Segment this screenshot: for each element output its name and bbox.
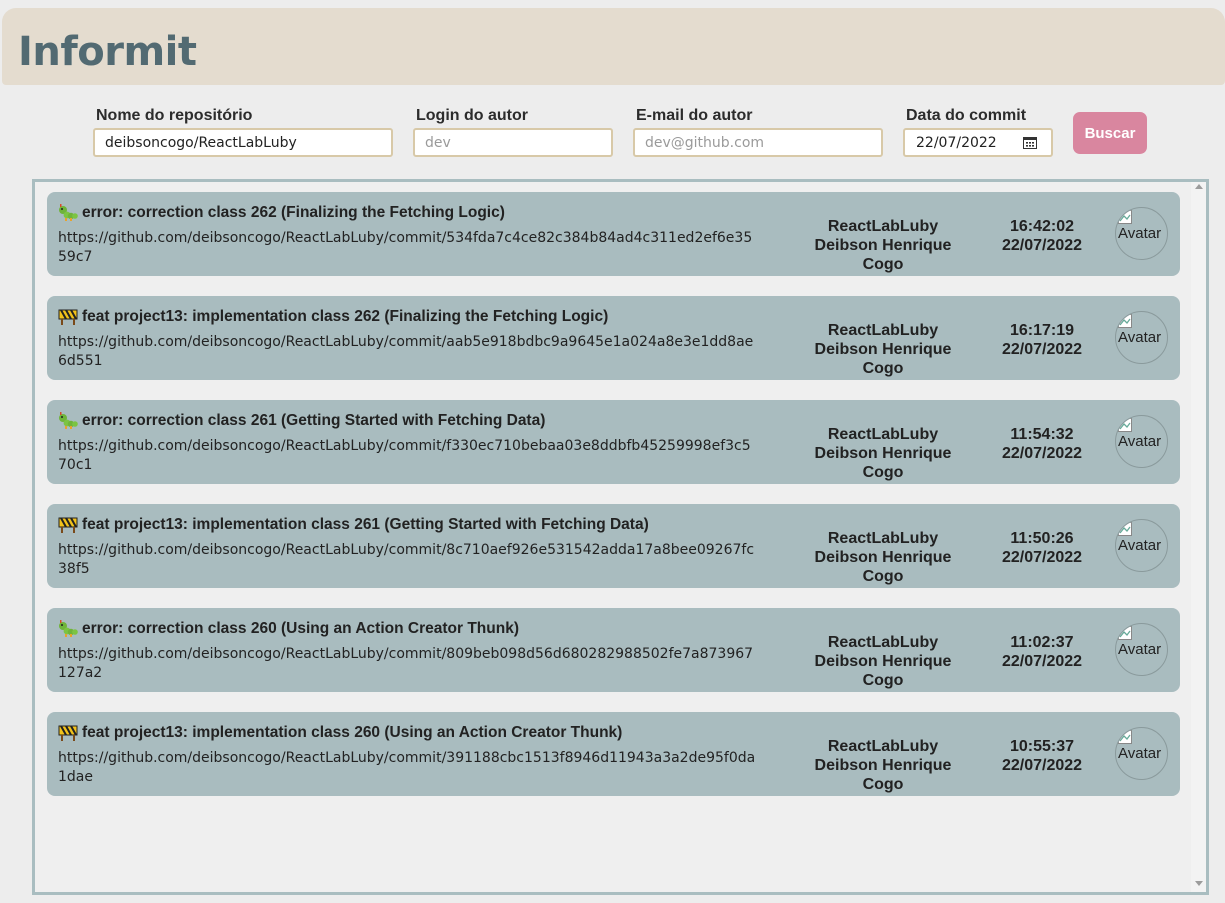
commit-repo-author: ReactLabLuby Deibson Henrique Cogo — [795, 321, 971, 378]
commit-repo-author: ReactLabLuby Deibson Henrique Cogo — [795, 633, 971, 690]
commit-repo-author: ReactLabLuby Deibson Henrique Cogo — [795, 425, 971, 482]
commit-date: 22/07/2022 — [1001, 237, 1083, 254]
commit-author: Deibson Henrique Cogo — [814, 757, 952, 793]
caterpillar-icon — [59, 412, 78, 429]
email-input[interactable] — [633, 128, 883, 157]
repo-input[interactable] — [93, 128, 393, 157]
commit-url[interactable]: https://github.com/deibsoncogo/ReactLabL… — [58, 229, 758, 267]
date-value: 22/07/2022 — [916, 135, 997, 151]
commit-card[interactable]: error: correction class 262 (Finalizing … — [47, 192, 1180, 276]
broken-image-icon — [1118, 314, 1132, 328]
broken-image-icon — [1118, 522, 1132, 536]
commit-message: error: correction class 261 (Getting Sta… — [82, 412, 546, 429]
commit-datetime: 16:17:19 22/07/2022 — [991, 321, 1093, 359]
commit-card[interactable]: feat project13: implementation class 262… — [47, 296, 1180, 380]
commit-repo: ReactLabLuby — [827, 738, 939, 755]
avatar-alt-text: Avatar — [1118, 329, 1162, 346]
commit-time: 11:50:26 — [1010, 530, 1074, 547]
commit-time: 10:55:37 — [1009, 738, 1075, 755]
commit-time: 11:54:32 — [1010, 426, 1074, 443]
calendar-icon[interactable] — [1023, 136, 1037, 149]
construction-icon — [58, 309, 78, 325]
commit-author: Deibson Henrique Cogo — [814, 445, 952, 481]
commit-datetime: 11:54:32 22/07/2022 — [991, 425, 1093, 463]
broken-image-icon — [1118, 418, 1132, 432]
commit-repo: ReactLabLuby — [827, 530, 939, 547]
broken-image-icon — [1118, 210, 1132, 224]
commit-author: Deibson Henrique Cogo — [814, 549, 952, 585]
commit-date: 22/07/2022 — [1001, 549, 1083, 566]
email-label: E-mail do autor — [636, 107, 753, 124]
commit-time: 11:02:37 — [1010, 634, 1074, 651]
construction-icon — [58, 517, 78, 533]
login-label: Login do autor — [416, 107, 528, 124]
commit-card[interactable]: error: correction class 261 (Getting Sta… — [47, 400, 1180, 484]
broken-image-icon — [1118, 626, 1132, 640]
commit-card[interactable]: error: correction class 260 (Using an Ac… — [47, 608, 1180, 692]
commit-time: 16:17:19 — [1009, 322, 1075, 339]
commit-url[interactable]: https://github.com/deibsoncogo/ReactLabL… — [58, 645, 758, 683]
scroll-up-icon[interactable] — [1195, 184, 1203, 189]
commit-datetime: 10:55:37 22/07/2022 — [991, 737, 1093, 775]
commit-url[interactable]: https://github.com/deibsoncogo/ReactLabL… — [58, 333, 758, 371]
avatar-alt-text: Avatar — [1118, 225, 1162, 242]
commit-author: Deibson Henrique Cogo — [814, 341, 952, 377]
commit-date: 22/07/2022 — [1001, 653, 1083, 670]
commit-url[interactable]: https://github.com/deibsoncogo/ReactLabL… — [58, 749, 758, 787]
avatar: Avatar — [1115, 311, 1168, 364]
avatar: Avatar — [1115, 519, 1168, 572]
commit-time: 16:42:02 — [1009, 218, 1075, 235]
commit-author: Deibson Henrique Cogo — [814, 653, 952, 689]
commit-repo: ReactLabLuby — [827, 322, 939, 339]
avatar: Avatar — [1115, 207, 1168, 260]
avatar: Avatar — [1115, 623, 1168, 676]
commit-url[interactable]: https://github.com/deibsoncogo/ReactLabL… — [58, 541, 758, 579]
search-button[interactable]: Buscar — [1073, 112, 1147, 154]
caterpillar-icon — [59, 204, 78, 221]
avatar: Avatar — [1115, 727, 1168, 780]
app-title: Informit — [18, 29, 197, 75]
commit-datetime: 11:02:37 22/07/2022 — [991, 633, 1093, 671]
commit-datetime: 16:42:02 22/07/2022 — [991, 217, 1093, 255]
broken-image-icon — [1118, 730, 1132, 744]
avatar-alt-text: Avatar — [1118, 433, 1162, 450]
app-header: Informit — [2, 8, 1225, 85]
commit-author: Deibson Henrique Cogo — [814, 237, 952, 273]
commit-list[interactable]: error: correction class 262 (Finalizing … — [32, 179, 1209, 895]
commit-message: feat project13: implementation class 262… — [82, 308, 609, 325]
repo-label: Nome do repositório — [96, 107, 253, 124]
construction-icon — [58, 725, 78, 741]
scroll-down-icon[interactable] — [1195, 881, 1203, 886]
commit-repo-author: ReactLabLuby Deibson Henrique Cogo — [795, 529, 971, 586]
date-label: Data do commit — [906, 107, 1027, 124]
commit-repo-author: ReactLabLuby Deibson Henrique Cogo — [795, 217, 971, 274]
commit-date: 22/07/2022 — [1001, 341, 1083, 358]
commit-message: feat project13: implementation class 260… — [82, 724, 623, 741]
commit-message: error: correction class 260 (Using an Ac… — [82, 620, 519, 637]
commit-card[interactable]: feat project13: implementation class 261… — [47, 504, 1180, 588]
commit-repo: ReactLabLuby — [827, 634, 939, 651]
scrollbar[interactable] — [1191, 182, 1206, 892]
commit-repo-author: ReactLabLuby Deibson Henrique Cogo — [795, 737, 971, 794]
avatar-alt-text: Avatar — [1118, 537, 1162, 554]
commit-url[interactable]: https://github.com/deibsoncogo/ReactLabL… — [58, 437, 758, 475]
commit-message: feat project13: implementation class 261… — [82, 516, 649, 533]
login-input[interactable] — [413, 128, 613, 157]
avatar-alt-text: Avatar — [1118, 641, 1162, 658]
date-input[interactable]: 22/07/2022 — [903, 128, 1053, 157]
commit-repo: ReactLabLuby — [827, 426, 939, 443]
commit-date: 22/07/2022 — [1001, 757, 1083, 774]
avatar-alt-text: Avatar — [1118, 745, 1162, 762]
caterpillar-icon — [59, 620, 78, 637]
commit-repo: ReactLabLuby — [827, 218, 939, 235]
commit-date: 22/07/2022 — [1001, 445, 1083, 462]
avatar: Avatar — [1115, 415, 1168, 468]
commit-card[interactable]: feat project13: implementation class 260… — [47, 712, 1180, 796]
commit-datetime: 11:50:26 22/07/2022 — [991, 529, 1093, 567]
commit-message: error: correction class 262 (Finalizing … — [82, 204, 505, 221]
